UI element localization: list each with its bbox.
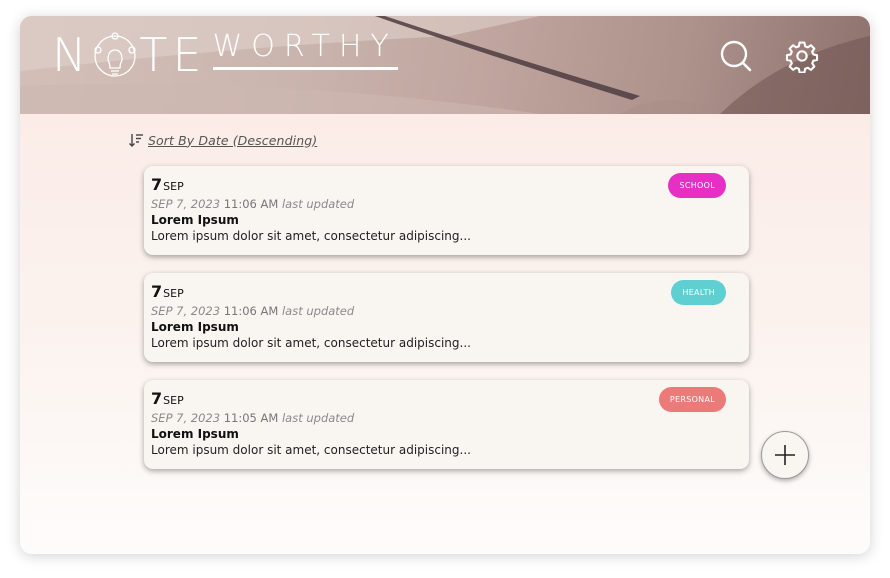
- note-updated-time: 11:05 AM: [223, 411, 279, 425]
- note-preview: Lorem ipsum dolor sit amet, consectetur …: [151, 229, 471, 243]
- note-date-day: 7: [151, 175, 163, 194]
- logo-worthy-wordmark: WORTHY: [212, 30, 398, 70]
- sort-label[interactable]: Sort By Date (Descending): [148, 133, 317, 148]
- note-title: Lorem Ipsum: [151, 320, 239, 334]
- search-button[interactable]: [716, 36, 756, 76]
- note-updated: SEP 7, 2023 11:06 AM last updated: [151, 197, 742, 211]
- app-logo: N TE WORTHY: [52, 30, 398, 82]
- note-date-month: SEP: [163, 180, 184, 193]
- note-title: Lorem Ipsum: [151, 213, 239, 227]
- note-date: 7 SEP: [151, 175, 742, 195]
- plus-icon: [775, 445, 795, 465]
- note-updated-date: SEP 7, 2023: [151, 197, 221, 211]
- tag-badge-health[interactable]: HEALTH: [671, 280, 726, 305]
- note-list: 7 SEP SEP 7, 2023 11:06 AM last updated …: [144, 166, 749, 487]
- note-preview: Lorem ipsum dolor sit amet, consectetur …: [151, 443, 471, 457]
- app-header: N TE WORTHY: [20, 16, 870, 114]
- note-preview: Lorem ipsum dolor sit amet, consectetur …: [151, 336, 471, 350]
- note-updated-time: 11:06 AM: [223, 304, 279, 318]
- note-updated-date: SEP 7, 2023: [151, 411, 221, 425]
- note-date-day: 7: [151, 389, 163, 408]
- note-updated: SEP 7, 2023 11:06 AM last updated: [151, 304, 742, 318]
- note-updated-date: SEP 7, 2023: [151, 304, 221, 318]
- add-note-button[interactable]: [761, 431, 809, 479]
- note-date-month: SEP: [163, 394, 184, 407]
- note-card[interactable]: 7 SEP SEP 7, 2023 11:06 AM last updated …: [144, 166, 749, 255]
- note-title: Lorem Ipsum: [151, 427, 239, 441]
- note-updated-suffix: last updated: [281, 197, 355, 211]
- note-updated-suffix: last updated: [281, 304, 355, 318]
- sort-control[interactable]: Sort By Date (Descending): [128, 132, 317, 148]
- gear-icon: [785, 41, 819, 73]
- note-updated: SEP 7, 2023 11:05 AM last updated: [151, 411, 742, 425]
- sort-descending-icon: [129, 134, 143, 147]
- note-updated-time: 11:06 AM: [223, 197, 279, 211]
- note-date: 7 SEP: [151, 282, 742, 302]
- tag-badge-personal[interactable]: PERSONAL: [658, 387, 726, 412]
- note-date-month: SEP: [163, 287, 184, 300]
- note-updated-suffix: last updated: [281, 411, 355, 425]
- settings-button[interactable]: [782, 36, 822, 76]
- note-card[interactable]: 7 SEP SEP 7, 2023 11:05 AM last updated …: [144, 380, 749, 469]
- app-window: N TE WORTHY Sort By Date (Descending) 7 …: [20, 16, 870, 554]
- note-card[interactable]: 7 SEP SEP 7, 2023 11:06 AM last updated …: [144, 273, 749, 362]
- logo-bulb-icon: [94, 32, 137, 77]
- header-actions: [716, 36, 822, 76]
- tag-badge-school[interactable]: SCHOOL: [668, 173, 726, 198]
- logo-note-wordmark: N TE: [52, 28, 207, 82]
- note-date-day: 7: [151, 282, 163, 301]
- note-date: 7 SEP: [151, 389, 742, 409]
- search-icon: [720, 40, 752, 72]
